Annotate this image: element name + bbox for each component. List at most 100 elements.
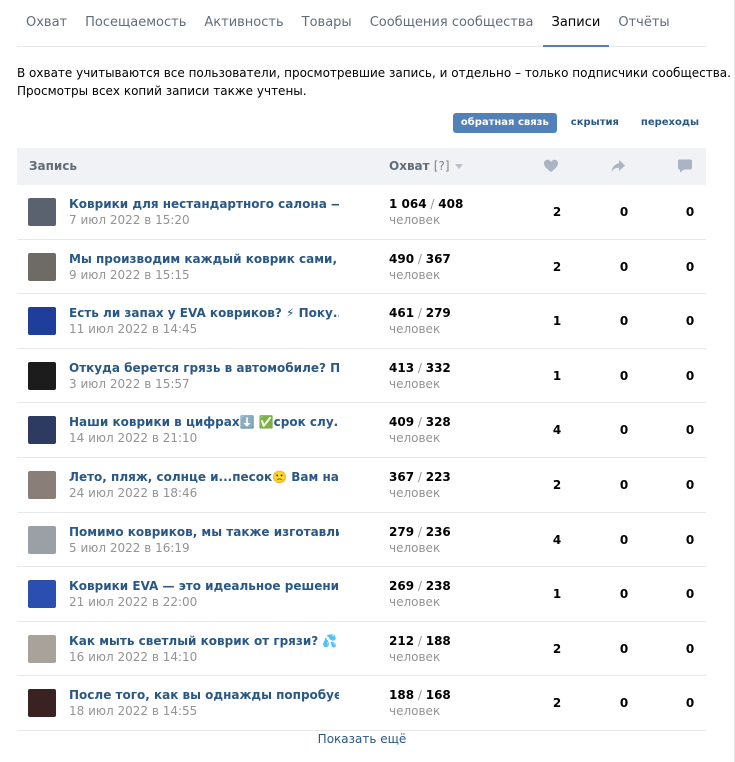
tab-attendance[interactable]: Посещаемость xyxy=(76,0,195,46)
shares-count: 0 xyxy=(619,477,629,492)
reach-separator: / xyxy=(414,579,426,594)
reach-total: 367 xyxy=(389,469,415,484)
post-thumbnail[interactable] xyxy=(28,361,56,390)
post-title-link[interactable]: Коврики для нестандартного салона — л... xyxy=(69,197,339,211)
reach-subscribers: 408 xyxy=(438,197,464,211)
filter-clicks[interactable]: переходы xyxy=(633,113,707,133)
tab-community-messages[interactable]: Сообщения сообщества xyxy=(361,0,543,46)
post-reach: 409 / 328 xyxy=(389,415,451,429)
table-row: Лето, пляж, солнце и...песок🙁 Вам нав...… xyxy=(17,458,706,513)
reach-total: 279 xyxy=(389,524,415,539)
filter-feedback[interactable]: обратная связь xyxy=(452,113,557,133)
comments-count: 0 xyxy=(685,423,695,438)
post-reach: 490 / 367 xyxy=(389,252,451,266)
shares-count: 0 xyxy=(619,587,629,602)
table-row: Коврики для нестандартного салона — л...… xyxy=(17,185,706,240)
post-date: 14 июл 2022 в 21:10 xyxy=(69,431,198,446)
post-title-link[interactable]: Помимо ковриков, мы также изготавли... xyxy=(69,525,339,539)
shares-count: 0 xyxy=(619,641,629,656)
post-title-link[interactable]: Как мыть светлый коврик от грязи? 💦 ... xyxy=(69,634,339,648)
reach-subscribers: 279 xyxy=(425,306,451,321)
likes-count: 2 xyxy=(552,205,562,219)
post-reach: 188 / 168 xyxy=(389,688,451,702)
table-row: Наши коврики в цифрах⬇️ ✅срок слу... 14 … xyxy=(17,403,706,458)
reach-description: В охвате учитываются все пользователи, п… xyxy=(17,64,731,100)
comments-count: 0 xyxy=(685,477,695,492)
post-thumbnail[interactable] xyxy=(28,689,56,718)
post-thumbnail[interactable] xyxy=(28,580,56,609)
shares-count: 0 xyxy=(619,205,629,219)
post-title-link[interactable]: После того, как вы однажды попробует... xyxy=(69,688,339,702)
stats-page: Охват Посещаемость Активность Товары Соо… xyxy=(0,0,735,762)
reach-separator: / xyxy=(414,360,426,375)
reach-separator: / xyxy=(414,415,426,430)
reach-separator: / xyxy=(414,251,426,266)
people-label: человек xyxy=(389,649,441,664)
people-label: человек xyxy=(389,267,441,282)
reach-help-link[interactable]: [?] xyxy=(434,159,450,173)
post-date: 11 июл 2022 в 14:45 xyxy=(69,322,198,337)
reach-total: 212 xyxy=(389,633,415,648)
post-reach: 413 / 332 xyxy=(389,361,451,375)
post-title-link[interactable]: Наши коврики в цифрах⬇️ ✅срок слу... xyxy=(69,415,339,429)
people-label: человек xyxy=(389,485,441,500)
likes-count: 1 xyxy=(552,368,562,383)
share-icon[interactable] xyxy=(610,158,626,174)
sort-down-icon[interactable] xyxy=(454,164,463,169)
reach-total: 413 xyxy=(389,360,415,375)
post-date: 21 июл 2022 в 22:00 xyxy=(69,595,198,610)
post-thumbnail[interactable] xyxy=(28,307,56,336)
description-line-1: В охвате учитываются все пользователи, п… xyxy=(17,66,731,80)
people-label: человек xyxy=(389,376,441,391)
post-title-link[interactable]: Мы производим каждый коврик сами, ... xyxy=(69,252,339,266)
show-more-button[interactable]: Показать ещё xyxy=(0,732,724,746)
shares-count: 0 xyxy=(619,259,629,274)
stats-tabs: Охват Посещаемость Активность Товары Соо… xyxy=(17,0,706,47)
tab-activity[interactable]: Активность xyxy=(195,0,292,46)
table-row: После того, как вы однажды попробует... … xyxy=(17,676,706,731)
table-row: Откуда берется грязь в автомобиле? П... … xyxy=(17,349,706,404)
filter-hidden[interactable]: скрытия xyxy=(563,113,627,133)
people-label: человек xyxy=(389,595,441,610)
comments-count: 0 xyxy=(685,532,695,547)
post-thumbnail[interactable] xyxy=(28,634,56,663)
post-date: 24 июл 2022 в 18:46 xyxy=(69,485,198,500)
reach-subscribers: 238 xyxy=(425,579,451,594)
comments-count: 0 xyxy=(685,314,695,329)
post-thumbnail[interactable] xyxy=(28,525,56,554)
post-date: 3 июл 2022 в 15:57 xyxy=(69,376,190,391)
post-title-link[interactable]: Лето, пляж, солнце и...песок🙁 Вам нав... xyxy=(69,470,339,484)
heart-icon[interactable] xyxy=(543,158,559,174)
post-date: 9 июл 2022 в 15:15 xyxy=(69,267,190,282)
post-date: 7 июл 2022 в 15:20 xyxy=(69,213,190,227)
shares-count: 0 xyxy=(619,696,629,711)
likes-count: 4 xyxy=(552,532,562,547)
comment-icon[interactable] xyxy=(677,158,693,174)
reach-separator: / xyxy=(414,469,426,484)
reach-subscribers: 236 xyxy=(425,524,451,539)
post-title-link[interactable]: Откуда берется грязь в автомобиле? П... xyxy=(69,361,339,375)
tab-reports[interactable]: Отчёты xyxy=(609,0,678,46)
comments-count: 0 xyxy=(685,641,695,656)
post-reach: 269 / 238 xyxy=(389,579,451,593)
tab-goods[interactable]: Товары xyxy=(293,0,361,46)
reach-subscribers: 223 xyxy=(425,469,451,484)
post-thumbnail[interactable] xyxy=(28,416,56,445)
post-thumbnail[interactable] xyxy=(28,198,56,226)
table-row: Есть ли запах у EVA ковриков? ⚡ Поку... … xyxy=(17,294,706,349)
reach-separator: / xyxy=(426,197,439,211)
description-line-2: Просмотры всех копий записи также учтены… xyxy=(17,84,307,98)
post-date: 18 июл 2022 в 14:55 xyxy=(69,704,198,719)
reach-total: 188 xyxy=(389,688,415,703)
post-title-link[interactable]: Есть ли запах у EVA ковриков? ⚡ Поку... xyxy=(69,306,339,320)
post-thumbnail[interactable] xyxy=(28,470,56,499)
tab-posts[interactable]: Записи xyxy=(542,0,610,47)
post-thumbnail[interactable] xyxy=(28,252,56,281)
post-title-link[interactable]: Коврики EVA — это идеальное решение... xyxy=(69,579,339,593)
people-label: человек xyxy=(389,704,441,719)
people-label: человек xyxy=(389,213,441,227)
tab-reach[interactable]: Охват xyxy=(17,0,76,46)
people-label: человек xyxy=(389,431,441,446)
reach-separator: / xyxy=(414,306,426,321)
column-reach[interactable]: Охват [?] xyxy=(389,159,463,173)
